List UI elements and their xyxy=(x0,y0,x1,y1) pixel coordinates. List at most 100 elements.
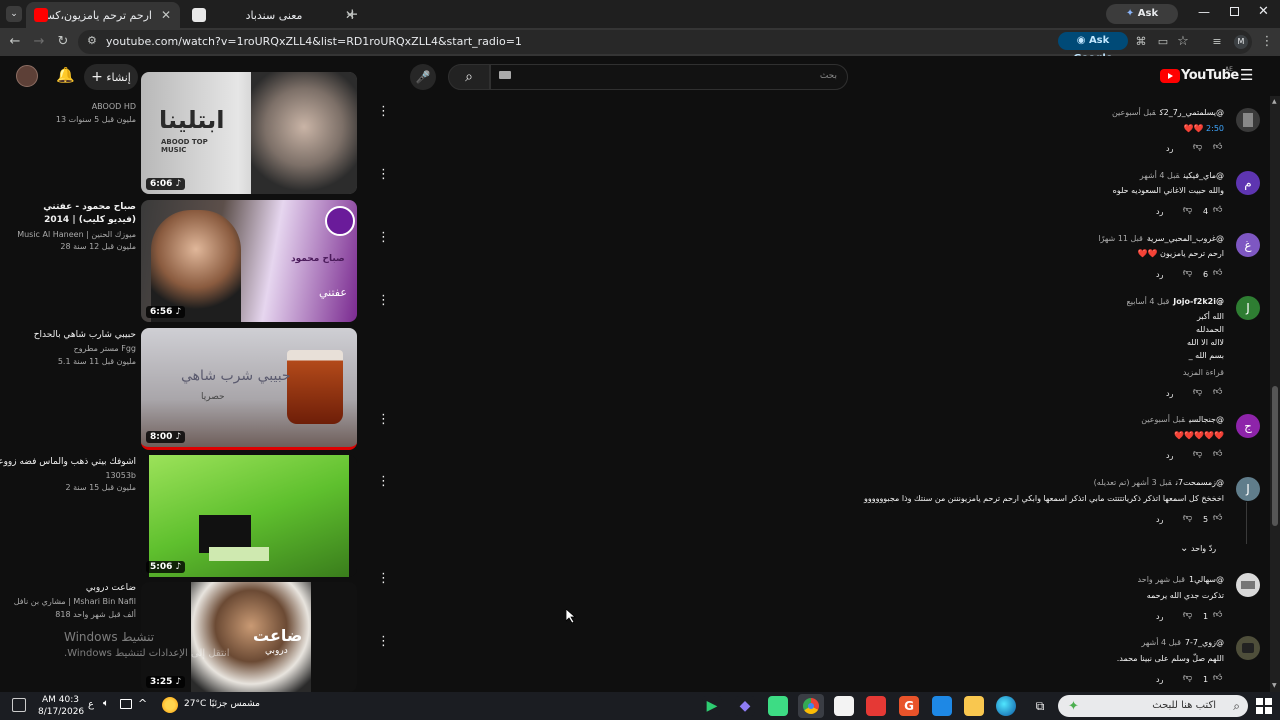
reply-button[interactable]: رد xyxy=(1156,612,1163,621)
replies-toggle[interactable]: ⌄ ردّ واحد xyxy=(1180,543,1216,554)
video-title[interactable]: اشوفك بيتي ذهب والماس فضه زووعه xyxy=(0,456,136,469)
video-thumbnail[interactable]: حبيبي شرب شاهي حصريا 8:00 ♪ xyxy=(141,328,357,450)
notifications-bell-icon[interactable]: 🔔 xyxy=(56,66,75,84)
back-arrow-icon[interactable]: ← xyxy=(6,33,24,51)
cast-icon[interactable]: ▭ xyxy=(1154,33,1172,51)
reply-button[interactable]: رد xyxy=(1156,515,1163,524)
comment-author[interactable]: @زمسمحت7نقبل 3 أشهر (تم تعديله) xyxy=(1094,478,1224,487)
reply-button[interactable]: رد xyxy=(1166,144,1173,153)
close-window-button[interactable]: ✕ xyxy=(1258,4,1269,19)
like-icon[interactable]: 👍︎ xyxy=(1213,387,1222,397)
scrollbar-thumb[interactable] xyxy=(1272,386,1278,526)
dislike-icon[interactable]: 👎︎ xyxy=(1193,387,1202,397)
reading-list-icon[interactable]: ≡ xyxy=(1208,33,1226,51)
app-icon-chrome[interactable] xyxy=(798,694,824,718)
bookmark-star-icon[interactable]: ☆ xyxy=(1174,33,1192,51)
more-options-icon[interactable]: ⋮ xyxy=(377,168,390,181)
app-icon-grammarly[interactable]: G xyxy=(899,696,919,716)
scroll-down-arrow-icon[interactable]: ▼ xyxy=(1272,682,1277,689)
ask-google-button[interactable]: ◉ Ask Google xyxy=(1058,32,1128,64)
reply-button[interactable]: رد xyxy=(1166,451,1173,460)
tab-search-button[interactable]: ⌄ xyxy=(6,6,22,22)
new-tab-button[interactable]: + xyxy=(346,5,359,23)
comment-author[interactable]: @سهالي1قبل شهر واحد xyxy=(1138,575,1224,584)
start-windows-icon[interactable] xyxy=(1256,698,1272,714)
video-thumbnail[interactable]: ابتلينا ABOOD TOP MUSIC 6:06 ♪ xyxy=(141,72,357,194)
like-icon[interactable]: 👍︎ xyxy=(1213,610,1222,620)
more-options-icon[interactable]: ⋮ xyxy=(377,413,390,426)
app-icon-terminal[interactable]: ▶ xyxy=(702,696,722,716)
dislike-icon[interactable]: 👎︎ xyxy=(1183,610,1192,620)
input-language[interactable]: ع xyxy=(88,699,94,710)
ask-gemini-button[interactable]: ✦ Ask Gemini xyxy=(1106,4,1178,39)
comment-author[interactable]: @Jojo-f2k2iقبل 4 أسابيع xyxy=(1127,297,1224,306)
search-input[interactable]: بحث xyxy=(490,64,848,90)
task-view-icon[interactable]: ⧉ xyxy=(1030,696,1050,716)
hamburger-menu-icon[interactable]: ☰ xyxy=(1240,66,1253,84)
restore-button[interactable] xyxy=(1230,7,1239,16)
like-icon[interactable]: 👍︎ xyxy=(1213,513,1222,523)
reply-button[interactable]: رد xyxy=(1156,270,1163,279)
commenter-avatar[interactable] xyxy=(1236,108,1260,132)
site-info-icon[interactable]: ⚙ xyxy=(87,34,97,47)
video-title[interactable]: صباح محمود - عفتني (فيديو كليب) | 2014 xyxy=(16,201,136,227)
app-icon-store[interactable] xyxy=(834,696,854,716)
clock-time[interactable]: AM 40:3 xyxy=(42,695,79,705)
hidden-icons-chevron-icon[interactable]: ^ xyxy=(138,697,147,710)
video-thumbnail[interactable]: ضاعت دروبي 3:25 ♪ xyxy=(141,582,357,692)
weather-icon[interactable] xyxy=(162,697,178,713)
commenter-avatar[interactable]: J xyxy=(1236,477,1260,501)
dislike-icon[interactable]: 👎︎ xyxy=(1183,205,1192,215)
comment-author[interactable]: @غروب_المحبي_سريةقبل 11 شهرًا xyxy=(1098,234,1224,243)
video-title[interactable]: حبيبي شارب شاهي بالحداح xyxy=(34,329,136,342)
notification-center-icon[interactable] xyxy=(12,698,26,712)
more-options-icon[interactable]: ⋮ xyxy=(377,105,390,118)
more-options-icon[interactable]: ⋮ xyxy=(377,475,390,488)
dislike-icon[interactable]: 👎︎ xyxy=(1183,673,1192,683)
network-icon[interactable] xyxy=(120,699,132,709)
app-icon-visual-studio[interactable]: ◆ xyxy=(735,696,755,716)
dislike-icon[interactable]: 👎︎ xyxy=(1193,449,1202,459)
comment-author[interactable]: @يسلمتمي_ر7_2كقبل أسبوعين xyxy=(1112,108,1224,117)
like-icon[interactable]: 👍︎ xyxy=(1213,142,1222,152)
video-title[interactable]: ضاعت دروبي xyxy=(86,582,136,595)
comment-author[interactable]: @جنجالسيقبل أسبوعين xyxy=(1141,415,1224,424)
scroll-up-arrow-icon[interactable]: ▲ xyxy=(1272,98,1277,105)
dislike-icon[interactable]: 👎︎ xyxy=(1193,142,1202,152)
reply-button[interactable]: رد xyxy=(1166,389,1173,398)
like-icon[interactable]: 👍︎ xyxy=(1213,673,1222,683)
tab-second[interactable]: معنى سندباد ✕ xyxy=(184,2,364,28)
search-button[interactable]: ⌕ xyxy=(448,64,490,90)
commenter-avatar[interactable]: ج xyxy=(1236,414,1260,438)
like-icon[interactable]: 👍︎ xyxy=(1213,449,1222,459)
video-thumbnail[interactable]: صباح محمود عفتني 6:56 ♪ xyxy=(141,200,357,322)
reply-button[interactable]: رد xyxy=(1156,207,1163,216)
app-icon-android[interactable] xyxy=(768,696,788,716)
more-options-icon[interactable]: ⋮ xyxy=(377,635,390,648)
app-icon-wps[interactable] xyxy=(866,696,886,716)
commenter-avatar[interactable]: م xyxy=(1236,171,1260,195)
translate-icon[interactable]: ⌘ xyxy=(1132,33,1150,51)
app-icon-file-explorer[interactable] xyxy=(964,696,984,716)
like-icon[interactable]: 👍︎ xyxy=(1213,268,1222,278)
taskbar-search-input[interactable]: اكتب هنا للبحث ⌕ ✦ xyxy=(1058,695,1248,717)
tab-youtube[interactable]: ارحم ترحم يامزيون،كسرات - Tube ✕ xyxy=(26,2,180,28)
video-thumbnail[interactable]: 5:06 ♪ xyxy=(141,455,357,577)
clock-date[interactable]: 8/17/2026 xyxy=(38,707,84,717)
more-options-icon[interactable]: ⋮ xyxy=(377,572,390,585)
reload-icon[interactable]: ↻ xyxy=(54,33,72,51)
dislike-icon[interactable]: 👎︎ xyxy=(1183,268,1192,278)
comment-author[interactable]: @زوي_7-7قبل 4 أشهر xyxy=(1141,638,1224,647)
voice-search-mic-icon[interactable]: 🎤 xyxy=(410,64,436,90)
app-icon-edge[interactable] xyxy=(996,696,1016,716)
commenter-avatar[interactable] xyxy=(1236,636,1260,660)
more-options-icon[interactable]: ⋮ xyxy=(377,231,390,244)
forward-arrow-icon[interactable]: → xyxy=(30,33,48,51)
dislike-icon[interactable]: 👎︎ xyxy=(1183,513,1192,523)
commenter-avatar[interactable] xyxy=(1236,573,1260,597)
weather-text[interactable]: 27°C مشمس جزئيًا xyxy=(184,699,260,709)
create-button[interactable]: + إنشاء xyxy=(84,64,138,90)
profile-avatar[interactable]: M xyxy=(1234,35,1248,49)
reply-button[interactable]: رد xyxy=(1156,675,1163,684)
app-icon-mail[interactable] xyxy=(932,696,952,716)
